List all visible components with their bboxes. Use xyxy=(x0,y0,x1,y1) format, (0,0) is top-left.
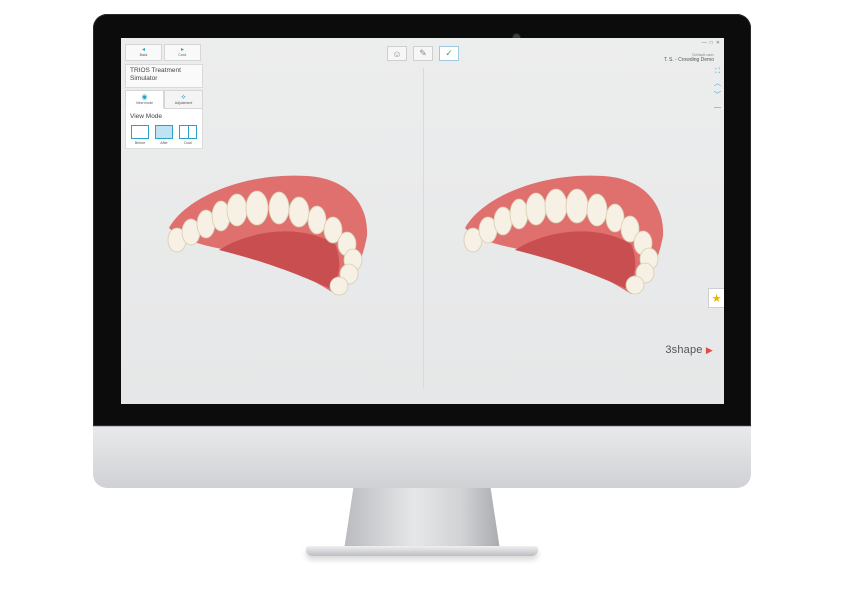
split-view-icon xyxy=(179,125,197,139)
scan-icon: ✎ xyxy=(419,48,427,58)
tooth-check-icon: ✓ xyxy=(445,48,453,58)
view-mode-dual-label: Dual xyxy=(184,141,192,145)
eye-icon: ◉ xyxy=(141,93,148,101)
chevron-up-icon[interactable]: ︿ xyxy=(714,80,721,87)
brand-logo: 3shape ▶ xyxy=(665,344,713,356)
case-title: T. S. - Crowding Demo xyxy=(663,57,714,63)
user-info: Default user T. S. - Crowding Demo xyxy=(664,52,714,63)
back-label: Back xyxy=(139,53,148,57)
maximize-icon[interactable]: □ xyxy=(710,40,713,46)
star-icon: ★ xyxy=(711,292,722,305)
brand-text: 3shape xyxy=(665,344,703,356)
close-icon[interactable]: ✕ xyxy=(716,40,720,46)
view-mode-before-label: Before xyxy=(134,141,146,145)
view-mode-options: Before After Dual xyxy=(129,125,199,145)
continue-button[interactable]: ▸ Cont. xyxy=(164,44,201,61)
monitor-stand xyxy=(344,488,500,550)
panel-tabs: ◉ View mode ⟡ Adjustment xyxy=(125,90,203,109)
monitor-stand-base xyxy=(306,546,538,556)
favorite-button[interactable]: ★ xyxy=(708,288,724,308)
monitor-chin xyxy=(93,426,751,488)
tab-view-mode[interactable]: ◉ View mode xyxy=(125,90,164,109)
view-mode-after-label: After xyxy=(160,141,168,145)
thumbnail-scan[interactable]: ✎ xyxy=(413,46,433,61)
thumbnail-patient[interactable]: ☺ xyxy=(387,46,407,61)
view-mode-title: View Mode xyxy=(130,113,163,120)
back-button[interactable]: ◂ Back xyxy=(125,44,162,61)
thumbnail-simulation[interactable]: ✓ xyxy=(439,46,459,61)
minus-icon[interactable]: — xyxy=(714,104,721,111)
workflow-thumbnails: ☺ ✎ ✓ xyxy=(387,46,459,61)
view-tools: ⛶ ︿ ﹀ — xyxy=(714,68,721,111)
dual-view-divider xyxy=(423,68,424,388)
minimize-icon[interactable]: — xyxy=(702,40,707,46)
view-mode-before[interactable]: Before xyxy=(129,125,151,145)
window-controls: — □ ✕ xyxy=(702,40,720,46)
continue-label: Cont. xyxy=(178,53,187,57)
patient-face-icon: ☺ xyxy=(392,48,402,59)
single-view-icon xyxy=(155,125,173,139)
left-panel: ◂ Back ▸ Cont. TRIOS Treatment Simulator… xyxy=(125,44,203,149)
brand-mark-icon: ▶ xyxy=(705,345,713,355)
dental-arch-before xyxy=(167,175,368,296)
dental-arch-after xyxy=(463,175,664,295)
view-mode-dual[interactable]: Dual xyxy=(177,125,199,145)
chevron-down-icon[interactable]: ﹀ xyxy=(714,92,721,99)
single-view-icon xyxy=(131,125,149,139)
tab-view-mode-label: View mode xyxy=(135,100,154,105)
app-screen: ◂ Back ▸ Cont. TRIOS Treatment Simulator… xyxy=(121,38,724,404)
view-mode-after[interactable]: After xyxy=(153,125,175,145)
panel-title: TRIOS Treatment Simulator xyxy=(125,64,203,88)
fit-view-icon[interactable]: ⛶ xyxy=(715,68,720,75)
tab-adjustment[interactable]: ⟡ Adjustment xyxy=(164,90,203,109)
view-mode-section: View Mode Before After Dual xyxy=(125,109,203,149)
tab-adjustment-label: Adjustment xyxy=(174,100,193,105)
adjust-icon: ⟡ xyxy=(181,93,186,101)
nav-row: ◂ Back ▸ Cont. xyxy=(125,44,203,61)
